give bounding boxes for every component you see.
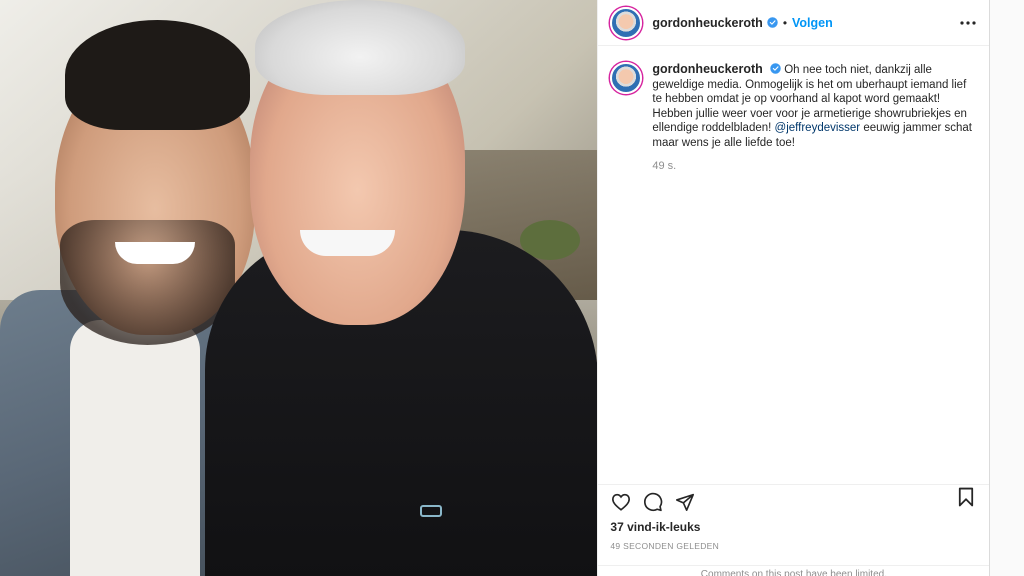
caption-comment: gordonheuckeroth Oh nee toch niet, dankz… bbox=[610, 62, 975, 174]
left-person-smile bbox=[115, 242, 195, 264]
caption-username[interactable]: gordonheuckeroth bbox=[652, 62, 762, 76]
separator-dot: • bbox=[782, 15, 788, 30]
verified-badge-icon bbox=[767, 17, 778, 28]
post-header: gordonheuckeroth • Volgen bbox=[598, 0, 990, 46]
avatar[interactable] bbox=[610, 62, 643, 94]
post-side-panel: gordonheuckeroth • Volgen gordonheuckero… bbox=[597, 0, 990, 576]
post-actions-bar bbox=[598, 484, 990, 514]
share-icon[interactable] bbox=[674, 491, 696, 513]
instagram-post: gordonheuckeroth • Volgen gordonheuckero… bbox=[0, 0, 990, 576]
follow-button[interactable]: Volgen bbox=[792, 16, 833, 30]
verified-badge-icon bbox=[770, 63, 781, 74]
comments-limited-notice: Comments on this post have been limited. bbox=[598, 565, 990, 576]
heart-icon[interactable] bbox=[610, 491, 632, 513]
header-username[interactable]: gordonheuckeroth bbox=[652, 16, 762, 30]
left-person-shirt bbox=[70, 320, 200, 576]
hoodie-logo bbox=[420, 505, 442, 517]
comment-icon[interactable] bbox=[642, 491, 664, 513]
more-options-icon[interactable] bbox=[959, 14, 977, 32]
right-person-hair bbox=[255, 0, 465, 95]
bookmark-icon[interactable] bbox=[955, 486, 977, 508]
post-timestamp[interactable]: 49 SECONDEN GELEDEN bbox=[610, 541, 719, 551]
post-photo[interactable] bbox=[0, 0, 598, 576]
caption-timestamp[interactable]: 49 s. bbox=[652, 159, 975, 174]
right-person-smile bbox=[300, 230, 395, 256]
caption-body: gordonheuckeroth Oh nee toch niet, dankz… bbox=[652, 62, 975, 174]
left-person-hair bbox=[65, 20, 250, 130]
left-person-beard bbox=[60, 220, 235, 345]
caption-mention-link[interactable]: @jeffreydevisser bbox=[775, 122, 861, 134]
avatar[interactable] bbox=[610, 6, 643, 39]
likes-count[interactable]: 37 vind-ik-leuks bbox=[610, 520, 700, 534]
